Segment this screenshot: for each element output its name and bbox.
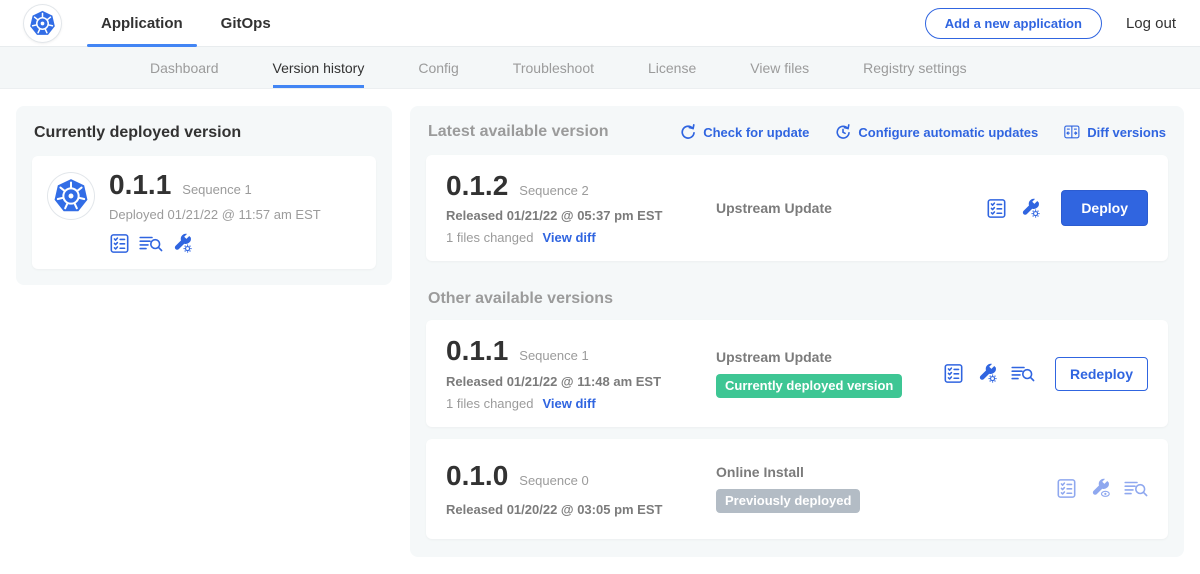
app-tabs: Application GitOps xyxy=(87,0,295,46)
header-actions: Check for update Configure automatic upd… xyxy=(680,124,1166,140)
tab-application[interactable]: Application xyxy=(87,0,197,46)
latest-header: Latest available version Check for updat… xyxy=(426,119,1168,143)
version-info: 0.1.2 Sequence 2 Released 01/21/22 @ 05:… xyxy=(446,171,698,245)
currently-deployed-title: Currently deployed version xyxy=(34,124,374,142)
add-application-button[interactable]: Add a new application xyxy=(925,8,1102,39)
version-actions: Redeploy xyxy=(943,357,1148,391)
deployed-card-body: 0.1.1 Sequence 1 Deployed 01/21/22 @ 11:… xyxy=(109,170,321,254)
version-label: 0.1.2 xyxy=(446,171,508,200)
sequence-label: Sequence 1 xyxy=(519,348,588,363)
files-changed-label: 1 files changed xyxy=(446,396,533,411)
source-label: Upstream Update xyxy=(716,349,943,365)
available-versions-panel: Latest available version Check for updat… xyxy=(410,106,1184,557)
deployed-version-label: 0.1.1 xyxy=(109,170,171,199)
source-label: Upstream Update xyxy=(716,200,986,216)
latest-available-title: Latest available version xyxy=(428,123,609,141)
deploy-button[interactable]: Deploy xyxy=(1061,190,1148,226)
subnav-tab-version-history[interactable]: Version history xyxy=(273,47,365,88)
files-changed-label: 1 files changed xyxy=(446,230,533,245)
subnav-tab-troubleshoot[interactable]: Troubleshoot xyxy=(513,47,594,88)
tab-gitops[interactable]: GitOps xyxy=(207,0,285,46)
check-for-update-link[interactable]: Check for update xyxy=(680,124,809,140)
auto-update-clock-icon xyxy=(835,124,851,140)
deploy-logs-icon[interactable] xyxy=(1124,478,1148,499)
deployed-sequence-label: Sequence 1 xyxy=(182,182,251,197)
preflight-checks-icon[interactable] xyxy=(943,363,964,384)
preflight-checks-icon[interactable] xyxy=(109,233,130,254)
version-card-0-1-0: 0.1.0 Sequence 0 Released 01/20/22 @ 03:… xyxy=(426,439,1168,539)
other-versions-title: Other available versions xyxy=(428,290,1166,308)
diff-versions-link[interactable]: Diff versions xyxy=(1064,124,1166,140)
top-nav: Application GitOps Add a new application… xyxy=(0,0,1200,47)
config-wrench-gear-icon[interactable] xyxy=(1020,198,1041,219)
app-sub-nav: Dashboard Version history Config Trouble… xyxy=(0,47,1200,89)
configure-updates-label: Configure automatic updates xyxy=(858,125,1038,140)
version-card-0-1-1: 0.1.1 Sequence 1 Released 01/21/22 @ 11:… xyxy=(426,320,1168,426)
version-label: 0.1.0 xyxy=(446,461,508,490)
topnav-right: Add a new application Log out xyxy=(925,8,1176,39)
configure-automatic-updates-link[interactable]: Configure automatic updates xyxy=(835,124,1038,140)
preflight-checks-icon[interactable] xyxy=(1056,478,1077,499)
released-timestamp: Released 01/20/22 @ 03:05 pm EST xyxy=(446,502,698,517)
version-label: 0.1.1 xyxy=(446,336,508,365)
version-card-0-1-2: 0.1.2 Sequence 2 Released 01/21/22 @ 05:… xyxy=(426,155,1168,261)
subnav-tab-config[interactable]: Config xyxy=(418,47,458,88)
refresh-icon xyxy=(680,124,696,140)
released-timestamp: Released 01/21/22 @ 11:48 am EST xyxy=(446,374,698,389)
version-source: Online Install Previously deployed xyxy=(698,464,1056,513)
sequence-label: Sequence 2 xyxy=(519,183,588,198)
config-wrench-gear-icon[interactable] xyxy=(977,363,998,384)
version-actions xyxy=(1056,478,1148,499)
currently-deployed-badge: Currently deployed version xyxy=(716,374,902,398)
redeploy-button[interactable]: Redeploy xyxy=(1055,357,1148,391)
subnav-tab-dashboard[interactable]: Dashboard xyxy=(150,47,219,88)
main-content: Currently deployed version 0.1.1 Sequenc… xyxy=(0,89,1200,574)
check-for-update-label: Check for update xyxy=(703,125,809,140)
subnav-tab-registry-settings[interactable]: Registry settings xyxy=(863,47,966,88)
diff-versions-label: Diff versions xyxy=(1087,125,1166,140)
app-logo-icon xyxy=(48,173,94,219)
source-label: Online Install xyxy=(716,464,1056,480)
preflight-checks-icon[interactable] xyxy=(986,198,1007,219)
view-diff-link[interactable]: View diff xyxy=(542,396,595,411)
version-actions: Deploy xyxy=(986,190,1148,226)
config-wrench-gear-icon[interactable] xyxy=(172,233,193,254)
subnav-tab-view-files[interactable]: View files xyxy=(750,47,809,88)
version-info: 0.1.0 Sequence 0 Released 01/20/22 @ 03:… xyxy=(446,461,698,517)
diff-icon xyxy=(1064,124,1080,140)
released-timestamp: Released 01/21/22 @ 05:37 pm EST xyxy=(446,208,698,223)
sequence-label: Sequence 0 xyxy=(519,473,588,488)
version-source: Upstream Update Currently deployed versi… xyxy=(698,349,943,398)
kubernetes-logo xyxy=(24,5,61,42)
config-wrench-eye-icon[interactable] xyxy=(1090,478,1111,499)
currently-deployed-panel: Currently deployed version 0.1.1 Sequenc… xyxy=(16,106,392,285)
deployed-timestamp: Deployed 01/21/22 @ 11:57 am EST xyxy=(109,207,321,222)
logout-link[interactable]: Log out xyxy=(1126,15,1176,32)
version-source: Upstream Update xyxy=(698,200,986,216)
deploy-logs-icon[interactable] xyxy=(1011,363,1035,384)
deploy-logs-icon[interactable] xyxy=(139,233,163,254)
deployed-actions xyxy=(109,233,321,254)
subnav-tab-license[interactable]: License xyxy=(648,47,696,88)
view-diff-link[interactable]: View diff xyxy=(542,230,595,245)
version-info: 0.1.1 Sequence 1 Released 01/21/22 @ 11:… xyxy=(446,336,698,410)
previously-deployed-badge: Previously deployed xyxy=(716,489,860,513)
currently-deployed-card: 0.1.1 Sequence 1 Deployed 01/21/22 @ 11:… xyxy=(32,156,376,269)
